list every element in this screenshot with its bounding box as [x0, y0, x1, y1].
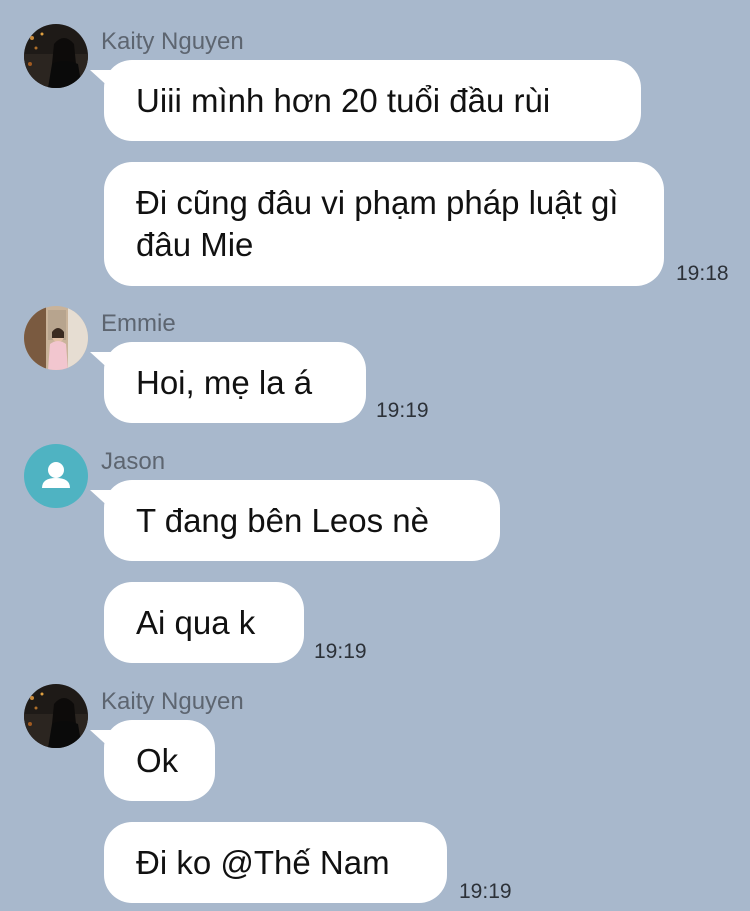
kaity-avatar[interactable] [24, 684, 88, 748]
message-bubble[interactable]: Ai qua k [104, 582, 304, 663]
message-bubble[interactable]: Uiii mình hơn 20 tuổi đầu rùi [90, 60, 641, 141]
message-timestamp: 19:19 [376, 399, 429, 422]
message-bubble[interactable]: Đi cũng đâu vi phạm pháp luật gì đâu Mie [104, 162, 664, 286]
message-bubble[interactable]: T đang bên Leos nè [90, 480, 500, 561]
user-silhouette-icon [42, 462, 70, 488]
message-timestamp: 19:18 [676, 262, 729, 285]
sender-name: Kaity Nguyen [101, 28, 244, 55]
chat-message-list[interactable]: Kaity Nguyen Uiii mình hơn 20 tuổi đầu r… [0, 0, 750, 911]
emmie-avatar[interactable] [24, 306, 88, 370]
default-user-avatar[interactable] [24, 444, 88, 508]
sender-name: Kaity Nguyen [101, 688, 244, 715]
sender-name: Emmie [101, 310, 176, 337]
message-bubble[interactable]: Đi ko @Thế Nam [104, 822, 447, 903]
kaity-avatar[interactable] [24, 24, 88, 88]
message-timestamp: 19:19 [314, 640, 367, 663]
message-bubble[interactable]: Hoi, mẹ la á [90, 342, 366, 423]
message-timestamp: 19:19 [459, 880, 512, 903]
sender-name: Jason [101, 448, 166, 475]
message-bubble[interactable]: Ok [90, 720, 215, 801]
